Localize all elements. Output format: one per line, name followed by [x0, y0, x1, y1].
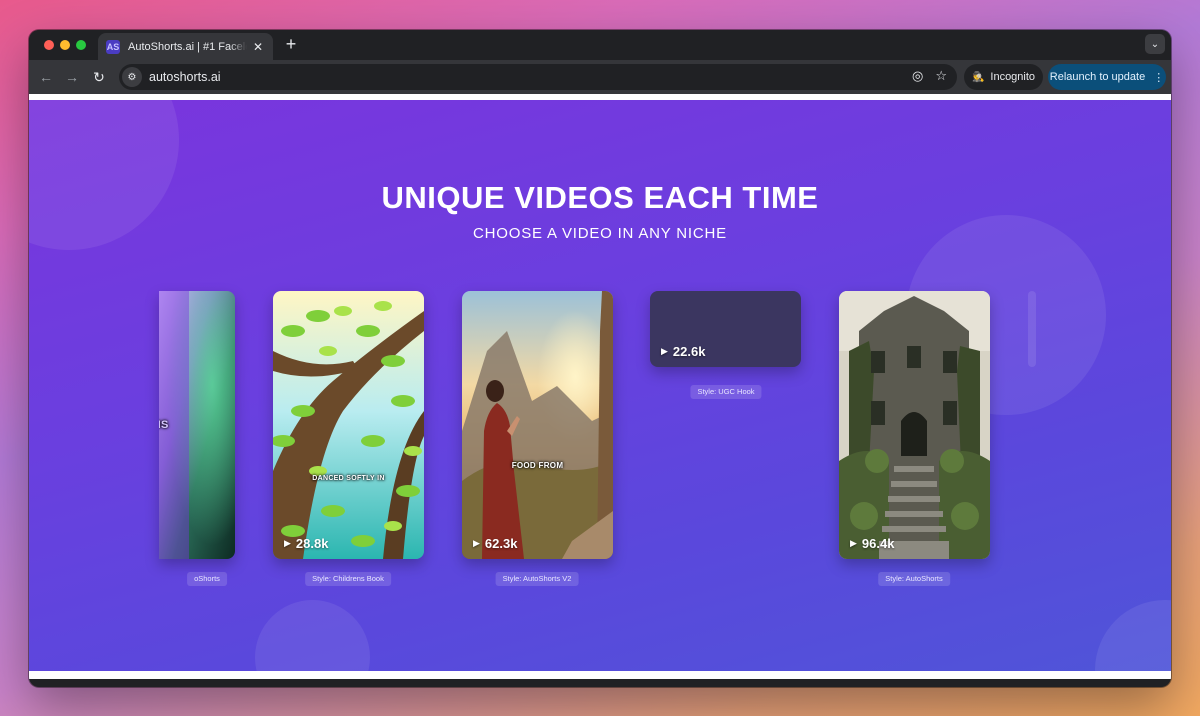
url-text[interactable]: autoshorts.ai: [149, 70, 221, 84]
browser-toolbar: ← → ↻ ⚙ autoshorts.ai ◎ ☆ 🕵 Incognito Re…: [29, 60, 1171, 94]
style-tag: Style: UGC Hook: [690, 385, 762, 399]
browser-window: AS AutoShorts.ai | #1 Faceless Video ✕ +…: [29, 30, 1171, 687]
more-icon[interactable]: ⋮: [1153, 71, 1164, 84]
eye-off-icon[interactable]: ◎: [912, 68, 923, 84]
style-tag: Style: AutoShorts: [878, 572, 950, 586]
view-count-value: 62.3k: [484, 536, 518, 551]
mountain-sunset-thumbnail: [462, 291, 613, 559]
view-count-value: 96.4k: [861, 536, 895, 551]
video-caption: DANCED SOFTLY IN: [312, 475, 385, 482]
autoshorts-favicon-icon: AS: [106, 39, 120, 54]
view-count-value: 22.6k: [672, 344, 706, 359]
back-arrow-icon[interactable]: ←: [37, 68, 55, 86]
maximize-window-button[interactable]: [76, 40, 86, 50]
star-icon[interactable]: ☆: [935, 68, 947, 84]
new-tab-button[interactable]: +: [281, 35, 301, 55]
video-card[interactable]: DANCED SOFTLY IN ▶ 28.8k: [273, 291, 424, 559]
video-card-partial[interactable]: [1028, 291, 1036, 367]
view-count: ▶ 62.3k: [473, 536, 517, 551]
video-card[interactable]: HIS: [159, 291, 235, 559]
close-window-button[interactable]: [44, 40, 54, 50]
video-caption: HIS: [159, 419, 169, 431]
view-count-value: 28.8k: [295, 536, 329, 551]
incognito-button[interactable]: 🕵 Incognito: [964, 64, 1043, 90]
style-tag: Style: Childrens Book: [305, 572, 391, 586]
play-icon: ▶: [850, 538, 857, 548]
chevron-down-icon[interactable]: ⌄: [1145, 34, 1165, 54]
style-tag: Style: AutoShorts V2: [495, 572, 579, 586]
mansion-thumbnail: [839, 291, 990, 559]
reload-icon[interactable]: ↻: [90, 68, 108, 86]
tab-title: AutoShorts.ai | #1 Faceless Video: [128, 40, 247, 53]
view-count: ▶ 22.6k: [661, 344, 705, 359]
page-subtitle: CHOOSE A VIDEO IN ANY NICHE: [473, 225, 727, 242]
decorative-circle: [255, 600, 370, 679]
style-tag: oShorts: [187, 572, 227, 586]
video-caption: FOOD FROM: [511, 461, 564, 470]
page-title: UNIQUE VIDEOS EACH TIME: [381, 180, 819, 215]
hero-section: UNIQUE VIDEOS EACH TIME CHOOSE A VIDEO I…: [29, 100, 1171, 679]
childrens-book-thumbnail: [273, 291, 424, 559]
play-icon: ▶: [473, 538, 480, 548]
address-bar[interactable]: ⚙ autoshorts.ai ◎ ☆: [119, 64, 957, 90]
close-icon[interactable]: ✕: [251, 40, 265, 54]
view-count: ▶ 28.8k: [284, 536, 328, 551]
forward-arrow-icon[interactable]: →: [63, 68, 81, 86]
play-icon: ▶: [661, 346, 668, 356]
tab-strip: AS AutoShorts.ai | #1 Faceless Video ✕ +…: [29, 30, 1171, 60]
site-info-icon[interactable]: ⚙: [122, 67, 142, 87]
page-bottom-border: [29, 671, 1171, 679]
relaunch-label: Relaunch to update: [1049, 71, 1146, 83]
play-icon: ▶: [284, 538, 291, 548]
decorative-circle: [1095, 600, 1171, 679]
minimize-window-button[interactable]: [60, 40, 70, 50]
incognito-label: Incognito: [990, 71, 1036, 83]
relaunch-button[interactable]: Relaunch to update ⋮: [1048, 64, 1166, 90]
incognito-icon: 🕵: [971, 71, 985, 83]
video-card[interactable]: ▶ 96.4k: [839, 291, 990, 559]
video-card[interactable]: ▶ 22.6k: [650, 291, 801, 367]
browser-tab[interactable]: AS AutoShorts.ai | #1 Faceless Video ✕: [98, 33, 273, 60]
view-count: ▶ 96.4k: [850, 536, 894, 551]
video-card[interactable]: FOOD FROM ▶ 62.3k: [462, 291, 613, 559]
